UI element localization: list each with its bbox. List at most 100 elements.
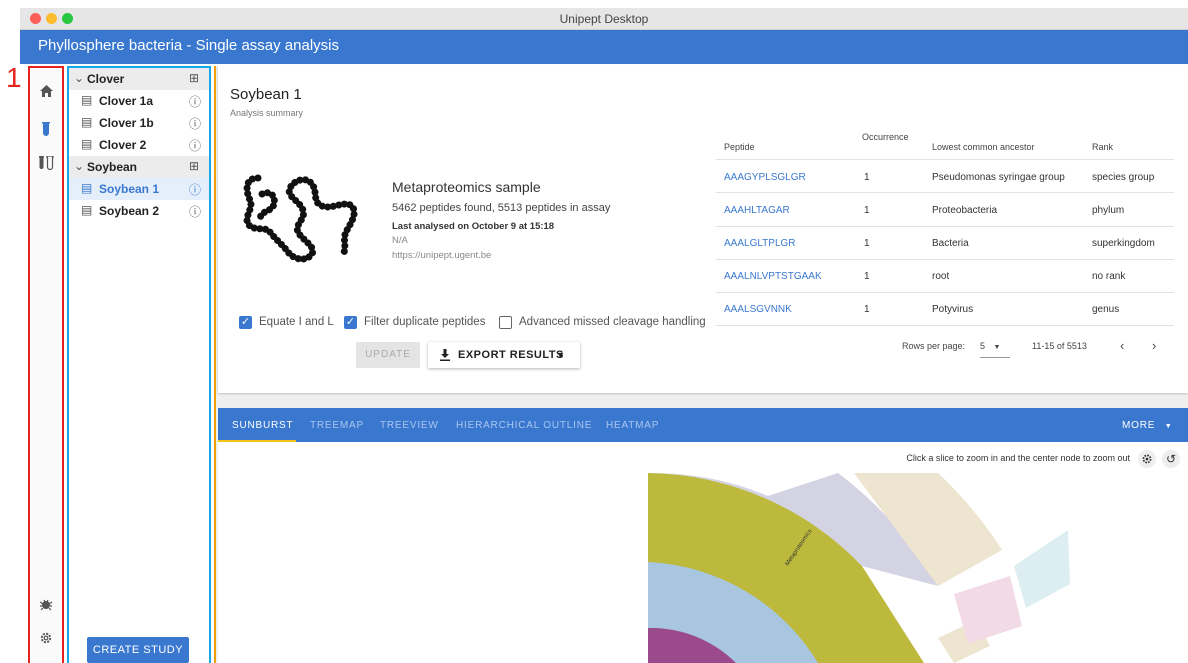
lca-cell: Pseudomonas syringae group: [932, 172, 1065, 183]
peptide-link[interactable]: AAALSGVNNK: [724, 304, 792, 315]
document-icon: ▤: [81, 93, 93, 107]
assay-subtitle: Analysis summary: [230, 108, 304, 118]
assay-name: Clover 2: [99, 138, 147, 152]
add-file-icon[interactable]: ⊞: [189, 71, 199, 85]
active-tab-indicator: [218, 440, 296, 442]
assay-item[interactable]: ▤ Clover 2 ⓘ: [69, 134, 209, 156]
add-file-icon[interactable]: ⊞: [189, 159, 199, 173]
divider: [716, 259, 1174, 260]
column-header-peptide[interactable]: Peptide: [724, 142, 755, 152]
document-icon: ▤: [81, 181, 93, 195]
divider: [716, 159, 1174, 160]
rows-per-page-select[interactable]: 5 ▼: [980, 341, 1010, 358]
main-content: Soybean 1 Analysis summary Metaproteomic…: [214, 66, 1188, 663]
tab-hierarchical-outline[interactable]: HIERARCHICAL OUTLINE: [456, 420, 592, 431]
rank-cell: species group: [1092, 172, 1155, 183]
rows-per-page-value: 5: [980, 341, 986, 351]
next-page-button[interactable]: ›: [1152, 338, 1156, 353]
filter-duplicates-checkbox[interactable]: ✓: [344, 316, 357, 329]
assay-item-selected[interactable]: ▤ Soybean 1 ⓘ: [69, 178, 209, 200]
document-icon: ▤: [81, 203, 93, 217]
assay-item[interactable]: ▤ Clover 1a ⓘ: [69, 90, 209, 112]
app-header: Phyllosphere bacteria - Single assay ana…: [20, 30, 1188, 64]
column-header-rank[interactable]: Rank: [1092, 142, 1113, 152]
study-group-soybean[interactable]: ⌄ Soybean ⊞: [69, 156, 209, 178]
peptide-link[interactable]: AAALGLTPLGR: [724, 238, 796, 249]
document-icon: ▤: [81, 137, 93, 151]
column-header-occurrence[interactable]: Occurrence: [862, 132, 909, 142]
tab-sunburst[interactable]: SUNBURST: [232, 420, 293, 431]
caret-down-icon: ▼: [1164, 423, 1173, 430]
multi-tube-icon[interactable]: [30, 155, 62, 173]
peptide-link[interactable]: AAAHLTAGAR: [724, 205, 790, 216]
test-tube-icon[interactable]: [30, 122, 62, 139]
equate-il-checkbox[interactable]: ✓: [239, 316, 252, 329]
sample-title: Metaproteomics sample: [392, 179, 541, 195]
home-icon[interactable]: [30, 84, 62, 100]
divider: [716, 192, 1174, 193]
rank-cell: superkingdom: [1092, 238, 1155, 249]
visualization-card: SUNBURST TREEMAP TREEVIEW HIERARCHICAL O…: [218, 408, 1188, 663]
annotation-number-1: 1: [6, 62, 22, 93]
create-study-button[interactable]: CREATE STUDY: [87, 637, 189, 663]
window-title: Unipept Desktop: [559, 12, 649, 26]
sunburst-slice[interactable]: [1014, 530, 1070, 608]
occurrence-cell: 1: [864, 304, 870, 315]
assay-name: Soybean 1: [99, 182, 160, 196]
lca-cell: root: [932, 271, 950, 282]
last-analysed: Last analysed on October 9 at 15:18: [392, 221, 555, 232]
assay-item[interactable]: ▤ Clover 1b ⓘ: [69, 112, 209, 134]
occurrence-cell: 1: [864, 271, 870, 282]
caret-down-icon: ▼: [556, 350, 566, 360]
info-icon[interactable]: ⓘ: [189, 93, 201, 110]
navigation-rail: [28, 66, 64, 663]
info-icon[interactable]: ⓘ: [189, 181, 201, 198]
study-name: Soybean: [87, 160, 138, 174]
divider: [716, 325, 1174, 326]
export-results-label: EXPORT RESULTS: [458, 349, 564, 361]
missed-cleavage-checkbox[interactable]: [499, 316, 512, 329]
download-icon: [440, 342, 450, 368]
info-icon[interactable]: ⓘ: [189, 203, 201, 220]
study-assay-panel: ⌄ Clover ⊞ ▤ Clover 1a ⓘ ▤ Clover 1b ⓘ ▤…: [67, 66, 211, 663]
more-tabs-button[interactable]: MORE ▼: [1122, 420, 1173, 431]
export-results-button[interactable]: EXPORT RESULTS ▼: [428, 342, 580, 368]
sunburst-hint: Click a slice to zoom in and the center …: [906, 453, 1130, 463]
peptide-link[interactable]: AAAGYPLSGLGR: [724, 172, 806, 183]
tab-treemap[interactable]: TREEMAP: [310, 420, 364, 431]
tab-heatmap[interactable]: HEATMAP: [606, 420, 659, 431]
lca-cell: Bacteria: [932, 238, 969, 249]
assay-title: Soybean 1: [230, 86, 302, 103]
divider: [716, 226, 1174, 227]
assay-name: Clover 1b: [99, 116, 154, 130]
study-group-clover[interactable]: ⌄ Clover ⊞: [69, 68, 209, 90]
chevron-down-icon[interactable]: ⌄: [74, 159, 84, 173]
info-icon[interactable]: ⓘ: [189, 137, 201, 154]
bug-icon[interactable]: [30, 598, 62, 615]
equate-il-label: Equate I and L: [259, 316, 334, 328]
rank-cell: genus: [1092, 304, 1120, 315]
previous-page-button[interactable]: ‹: [1120, 338, 1124, 353]
gear-icon[interactable]: [30, 631, 62, 648]
page-title: Phyllosphere bacteria - Single assay ana…: [38, 37, 339, 54]
peptide-chain-illustration: [243, 174, 358, 263]
rows-per-page-label: Rows per page:: [902, 341, 966, 351]
lca-cell: Potyvirus: [932, 304, 974, 315]
window-titlebar: Unipept Desktop: [20, 8, 1188, 30]
occurrence-cell: 1: [864, 205, 870, 216]
peptide-link[interactable]: AAALNLVPTSTGAAK: [724, 271, 822, 282]
chevron-down-icon[interactable]: ⌄: [74, 71, 84, 85]
column-header-lca[interactable]: Lowest common ancestor: [932, 142, 1035, 152]
update-button[interactable]: UPDATE: [356, 342, 420, 368]
rank-cell: phylum: [1092, 205, 1125, 216]
lca-cell: Proteobacteria: [932, 205, 998, 216]
peptide-count: 5462 peptides found, 5513 peptides in as…: [392, 202, 611, 214]
assay-name: Clover 1a: [99, 94, 154, 108]
rank-cell: no rank: [1092, 271, 1126, 282]
info-icon[interactable]: ⓘ: [189, 115, 201, 132]
assay-item[interactable]: ▤ Soybean 2 ⓘ: [69, 200, 209, 222]
pagination-range: 11-15 of 5513: [1032, 341, 1087, 351]
sunburst-chart[interactable]: Metaproteomics: [638, 466, 1178, 663]
tab-treeview[interactable]: TREEVIEW: [380, 420, 439, 431]
filter-duplicates-label: Filter duplicate peptides: [364, 316, 486, 328]
